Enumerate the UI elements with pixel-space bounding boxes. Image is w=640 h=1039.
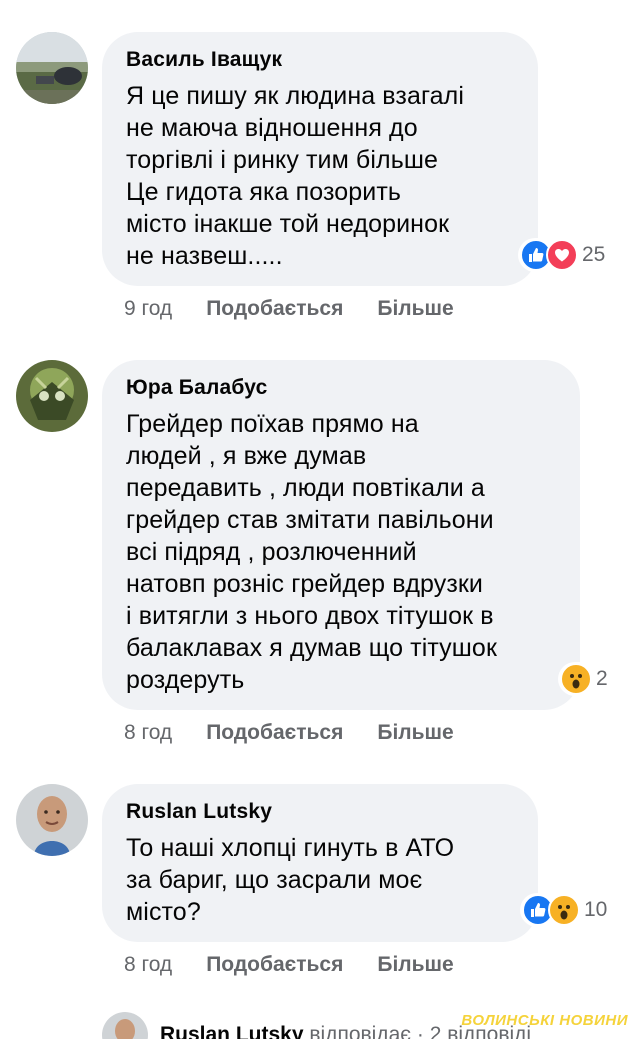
avatar[interactable] [16, 32, 88, 104]
comment-time[interactable]: 9 год [124, 295, 172, 323]
more-button[interactable]: Більше [377, 951, 453, 979]
comment-meta: 8 год Подобається Більше [124, 719, 454, 747]
like-button[interactable]: Подобається [206, 951, 343, 979]
avatar-image [16, 360, 88, 432]
reply-author[interactable]: Ruslan Lutsky [160, 1023, 304, 1039]
comment-bubble: Василь Іващук Я це пишу як людина взагал… [102, 32, 538, 286]
comment-meta: 9 год Подобається Більше [124, 295, 454, 323]
reactions-summary[interactable]: 10 [520, 893, 614, 927]
comment-author[interactable]: Василь Іващук [126, 46, 514, 74]
love-icon [546, 239, 578, 271]
comment-author[interactable]: Ruslan Lutsky [126, 798, 514, 826]
avatar-image [102, 1012, 148, 1039]
watermark: ВОЛИНСЬКІ НОВИНИ [461, 1012, 628, 1029]
comment-bubble: Юра Балабус Грейдер поїхав прямо на люде… [102, 360, 580, 710]
avatar-image [16, 32, 88, 104]
comment-bubble: Ruslan Lutsky То наші хлопці гинуть в АТ… [102, 784, 538, 942]
like-button[interactable]: Подобається [206, 295, 343, 323]
reactions-summary[interactable]: 2 [558, 662, 614, 696]
comment-time[interactable]: 8 год [124, 951, 172, 979]
reaction-count: 25 [582, 243, 606, 266]
reply-action: відповідає [309, 1023, 411, 1039]
comment-text: Грейдер поїхав прямо на людей , я вже ду… [126, 410, 497, 694]
wow-icon [560, 663, 592, 695]
reply-separator: · [416, 1023, 424, 1039]
more-button[interactable]: Більше [377, 719, 453, 747]
avatar[interactable] [16, 360, 88, 432]
avatar[interactable] [102, 1012, 148, 1039]
avatar[interactable] [16, 784, 88, 856]
wow-icon [548, 894, 580, 926]
reaction-count: 10 [584, 898, 608, 921]
avatar-image [16, 784, 88, 856]
comment-text: То наші хлопці гинуть в АТО за бариг, що… [126, 834, 455, 926]
comment-meta: 8 год Подобається Більше [124, 951, 454, 979]
more-button[interactable]: Більше [377, 295, 453, 323]
comment-time[interactable]: 8 год [124, 719, 172, 747]
like-button[interactable]: Подобається [206, 719, 343, 747]
reactions-summary[interactable]: 25 [518, 238, 612, 272]
reaction-count: 2 [596, 667, 608, 690]
comment-text: Я це пишу як людина взагалі не маюча від… [126, 82, 464, 270]
comment-author[interactable]: Юра Балабус [126, 374, 556, 402]
